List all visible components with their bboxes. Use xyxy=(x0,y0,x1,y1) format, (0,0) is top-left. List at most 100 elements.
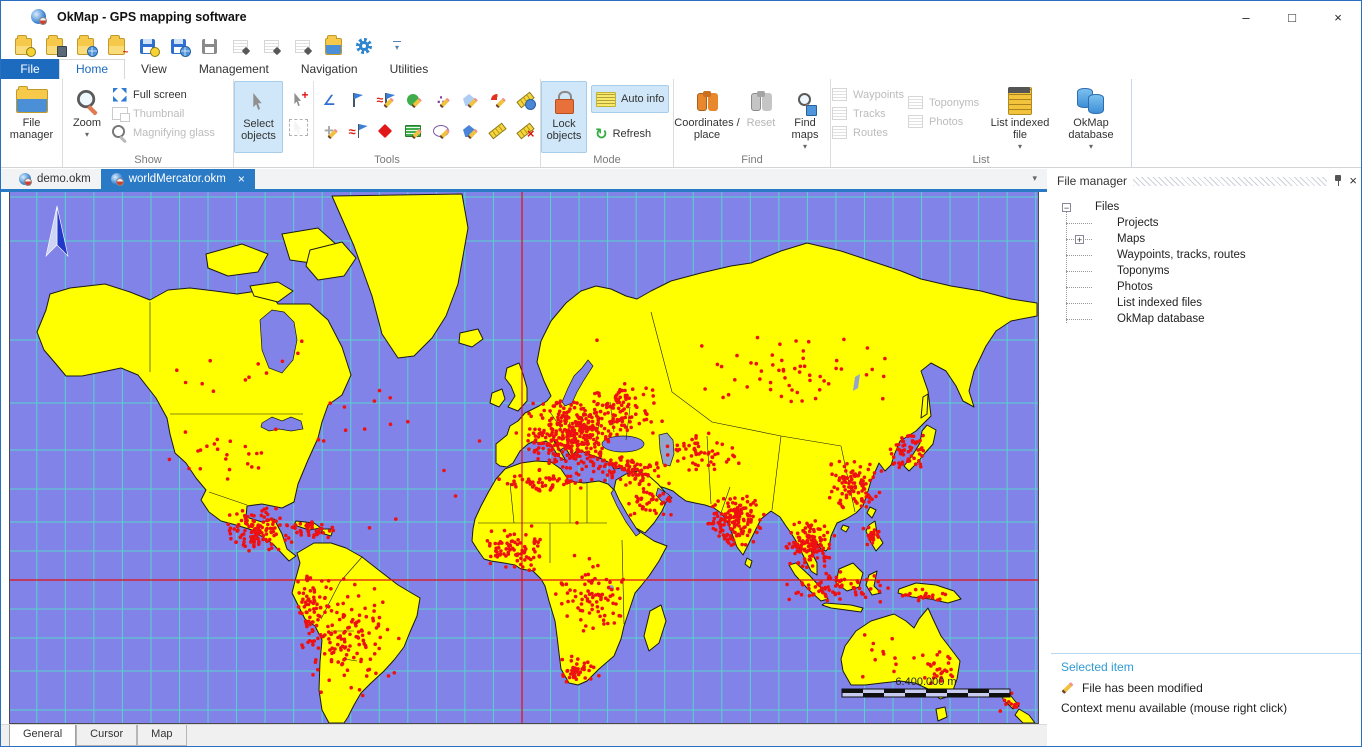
tree-item-files[interactable]: −Files xyxy=(1051,199,1362,215)
zoom-button[interactable]: Zoom ▾ xyxy=(63,81,111,153)
draw-ellipse-button[interactable] xyxy=(428,117,454,145)
qat-open-project-button[interactable] xyxy=(11,35,35,57)
okmap-database-button[interactable]: OkMap database ▾ xyxy=(1055,81,1127,153)
ribbon-tab-view[interactable]: View xyxy=(125,59,183,79)
auto-info-button[interactable]: Auto info xyxy=(591,85,669,113)
refresh-button[interactable]: ↻ Refresh xyxy=(591,121,669,147)
draw-area-button[interactable] xyxy=(400,86,426,114)
file-manager-button[interactable]: File manager xyxy=(1,81,62,153)
panel-close-icon[interactable]: × xyxy=(1349,175,1357,187)
table-icon xyxy=(831,125,848,140)
ribbon-tab-home[interactable]: Home xyxy=(59,59,125,79)
draw-multipoint-button[interactable]: ∴ xyxy=(428,86,454,114)
qat-list-routes-button xyxy=(290,35,314,57)
qat-save-map-button[interactable] xyxy=(166,35,190,57)
title-bar: OkMap - GPS mapping software – □ × xyxy=(1,1,1361,33)
draw-sector-button[interactable] xyxy=(484,86,510,114)
lock-objects-label: Lock objects xyxy=(542,118,586,142)
qat-settings-button[interactable] xyxy=(352,35,376,57)
doc-tab-worldMercator-okm[interactable]: worldMercator.okm× xyxy=(101,169,255,189)
draw-track-icon: ≈ xyxy=(349,124,366,139)
find-maps-button[interactable]: Find maps ▾ xyxy=(782,81,828,153)
draw-polygon-button[interactable] xyxy=(456,86,482,114)
tree-item-photos[interactable]: Photos xyxy=(1051,279,1362,295)
tree-item-list-indexed-files[interactable]: List indexed files xyxy=(1051,295,1362,311)
draw-angle-icon: ∠ xyxy=(321,93,338,108)
tree-expander-collapse[interactable]: − xyxy=(1062,203,1071,212)
lock-objects-button[interactable]: Lock objects xyxy=(541,81,587,153)
doc-tab-close-icon[interactable]: × xyxy=(238,172,245,186)
show-item-full-screen[interactable]: Full screen xyxy=(111,85,215,104)
map-viewport[interactable]: 6.400.000 m xyxy=(9,192,1039,724)
list-item-label: Toponyms xyxy=(929,97,979,109)
ribbon-tab-management[interactable]: Management xyxy=(183,59,285,79)
pin-icon[interactable] xyxy=(1333,175,1343,187)
qat-open-track-file-button[interactable]: ~ xyxy=(104,35,128,57)
minimize-button[interactable]: – xyxy=(1223,1,1269,33)
draw-point-button[interactable] xyxy=(372,117,398,145)
tree-expander-expand[interactable]: + xyxy=(1075,235,1084,244)
ruler-button[interactable] xyxy=(484,117,510,145)
tree-item-maps[interactable]: +Maps xyxy=(1051,231,1362,247)
draw-waypoint-button[interactable] xyxy=(344,86,370,114)
qat-open-file-manager-button[interactable] xyxy=(321,35,345,57)
select-objects-button[interactable]: Select objects xyxy=(234,81,283,153)
reset-label: Reset xyxy=(747,117,776,129)
status-tab-map[interactable]: Map xyxy=(137,725,186,746)
tree-item-label: List indexed files xyxy=(1117,297,1202,309)
draw-multipoint-icon: ∴ xyxy=(433,93,450,108)
zoom-label: Zoom xyxy=(73,117,101,129)
list-item-toponyms: Toponyms xyxy=(907,93,985,112)
show-item-thumbnail: Thumbnail xyxy=(111,104,215,123)
tree-item-toponyms[interactable]: Toponyms xyxy=(1051,263,1362,279)
open-map-icon xyxy=(46,39,63,54)
group-find: Coordinates / place Reset Find maps ▾ Fi… xyxy=(674,79,831,167)
status-tab-cursor[interactable]: Cursor xyxy=(76,725,137,746)
qat-save-project-button[interactable] xyxy=(135,35,159,57)
list-item-label: Routes xyxy=(853,127,888,139)
select-add-button[interactable]: + xyxy=(285,87,311,111)
qat-open-map-button[interactable] xyxy=(42,35,66,57)
selected-item-link[interactable]: Selected item xyxy=(1061,660,1353,674)
maximize-button[interactable]: □ xyxy=(1269,1,1315,33)
show-item-label: Thumbnail xyxy=(133,108,184,120)
draw-route-button[interactable]: ≈ xyxy=(372,86,398,114)
draw-ellipse-icon xyxy=(433,124,450,139)
draw-angle-button[interactable]: ∠ xyxy=(316,86,342,114)
tab-list-caret-icon[interactable]: ▾ xyxy=(1032,173,1037,184)
table-icon xyxy=(907,95,924,110)
qat-list-tracks-button xyxy=(259,35,283,57)
group-label-tools: Tools xyxy=(234,154,540,166)
measure-calibrate-button[interactable] xyxy=(512,86,538,114)
open-remote-map-icon xyxy=(77,39,94,54)
panel-grip[interactable] xyxy=(1133,177,1327,186)
ribbon-tab-utilities[interactable]: Utilities xyxy=(374,59,445,79)
tree-item-projects[interactable]: Projects xyxy=(1051,215,1362,231)
scale-bar-label: 6.400.000 m xyxy=(895,676,956,688)
tree-item-waypoints-tracks-routes[interactable]: Waypoints, tracks, routes xyxy=(1051,247,1362,263)
group-list: WaypointsTracksRoutes ToponymsPhotos Lis… xyxy=(831,79,1132,167)
ruler-delete-button[interactable]: × xyxy=(512,117,538,145)
list-indexed-file-icon xyxy=(1008,87,1032,115)
draw-note-button[interactable] xyxy=(400,117,426,145)
ribbon-tab-file[interactable]: File xyxy=(1,59,59,79)
measure-calibrate-icon xyxy=(517,93,534,108)
pencil-icon xyxy=(1061,682,1073,694)
qat-open-remote-map-button[interactable] xyxy=(73,35,97,57)
close-button[interactable]: × xyxy=(1315,1,1361,33)
database-icon xyxy=(1077,88,1105,114)
coordinates-place-button[interactable]: Coordinates / place xyxy=(674,81,740,153)
find-maps-caret-icon: ▾ xyxy=(803,141,807,153)
list-item-waypoints: Waypoints xyxy=(831,85,907,104)
draw-track-button[interactable]: ≈ xyxy=(344,117,370,145)
tree-item-okmap-database[interactable]: OkMap database xyxy=(1051,311,1362,327)
qat-overflow-caret-icon[interactable]: ▾ xyxy=(393,41,401,52)
find-maps-label: Find maps xyxy=(782,117,828,141)
draw-polygon-filled-button[interactable] xyxy=(456,117,482,145)
ribbon-tab-navigation[interactable]: Navigation xyxy=(285,59,374,79)
world-map[interactable]: 6.400.000 m xyxy=(10,192,1038,723)
list-indexed-file-button[interactable]: List indexed file ▾ xyxy=(985,81,1055,153)
reset-button: Reset xyxy=(740,81,782,153)
doc-tab-demo-okm[interactable]: demo.okm xyxy=(9,169,101,189)
status-tab-general[interactable]: General xyxy=(9,725,76,747)
